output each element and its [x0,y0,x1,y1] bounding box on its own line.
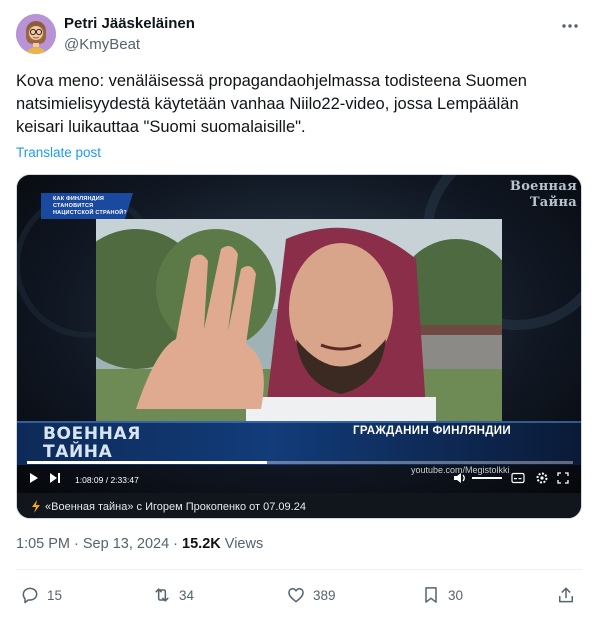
video-frame [96,219,502,421]
gear-icon [536,472,548,484]
program-topic-badge: Как Финляндия становится нацистской стра… [53,196,127,216]
settings-button[interactable] [535,469,549,487]
tweet-text-line: natsimielisyydestä käytetään vanhaa Niil… [16,95,519,113]
captions-icon [511,472,525,484]
channel-logo: Военная Тайна [503,179,577,211]
reply-icon [22,587,38,604]
repost-button[interactable]: 34 [152,582,194,608]
divider [16,569,582,570]
volume-slider[interactable] [472,469,502,487]
fullscreen-icon [557,472,569,484]
video-progress-fill [27,461,268,464]
reply-button[interactable]: 15 [20,582,62,608]
video-source-text: «Военная тайна» с Игорем Прокопенко от 0… [45,501,306,513]
repost-count: 34 [179,587,195,603]
skip-forward-button[interactable] [49,469,61,487]
views-count: 15.2K [182,536,221,552]
tweet-text-line: keisari luikauttaa "Suomi suomalaisille"… [16,118,306,136]
author-handle[interactable]: @KmyBeat [64,36,140,53]
share-button[interactable] [556,582,576,608]
bookmark-icon [425,587,437,603]
bookmark-count: 30 [448,587,464,603]
video-still-image [96,219,502,421]
video-player[interactable]: Как Финляндия становится нацистской стра… [16,174,582,519]
channel-logo-line: Тайна [529,195,577,210]
share-icon [559,587,573,603]
repost-icon [155,588,169,602]
show-logo-line: ТАЙНА [43,442,113,462]
skip-next-icon [50,473,60,483]
reply-count: 15 [47,587,63,603]
volume-icon [454,473,465,483]
tweet: Petri Jääskeläinen @KmyBeat Kova meno: v… [0,0,599,621]
show-logo: ВОЕННАЯ ТАЙНА [43,425,141,461]
more-icon [562,24,578,28]
heart-icon [288,588,304,603]
volume-button[interactable] [453,469,467,487]
like-count: 389 [313,587,336,603]
bookmark-button[interactable]: 30 [421,582,463,608]
channel-logo-line: Военная [509,179,577,194]
author-name[interactable]: Petri Jääskeläinen [64,15,195,32]
captions-button[interactable] [511,469,525,487]
tweet-meta: 1:05 PM · Sep 13, 2024 · 15.2K Views [16,536,263,552]
volume-level-icon [472,477,502,479]
translate-post-link[interactable]: Translate post [16,145,101,160]
tweet-text-line: Kova meno: venäläisessä propagandaohjelm… [16,72,527,90]
more-options-button[interactable] [556,14,584,38]
like-button[interactable]: 389 [286,582,336,608]
video-caption: ГРАЖДАНИН ФИНЛЯНДИИ [353,425,511,437]
avatar-illustration [16,14,56,54]
avatar[interactable] [16,14,56,54]
views-label: Views [220,536,264,552]
play-icon [30,473,38,483]
lightning-icon [32,500,40,513]
video-progress-bar[interactable] [27,461,573,464]
tweet-timestamp[interactable]: 1:05 PM · Sep 13, 2024 · [16,536,182,552]
tweet-text: Kova meno: venäläisessä propagandaohjelm… [16,70,576,139]
video-time: 1:08:09 / 2:33:47 [75,475,139,485]
fullscreen-button[interactable] [557,469,569,487]
video-source-row: «Военная тайна» с Игорем Прокопенко от 0… [17,493,581,518]
action-bar: 15 34 389 30 [16,582,582,610]
show-logo-line: ВОЕННАЯ [43,424,141,444]
play-button[interactable] [29,469,39,487]
